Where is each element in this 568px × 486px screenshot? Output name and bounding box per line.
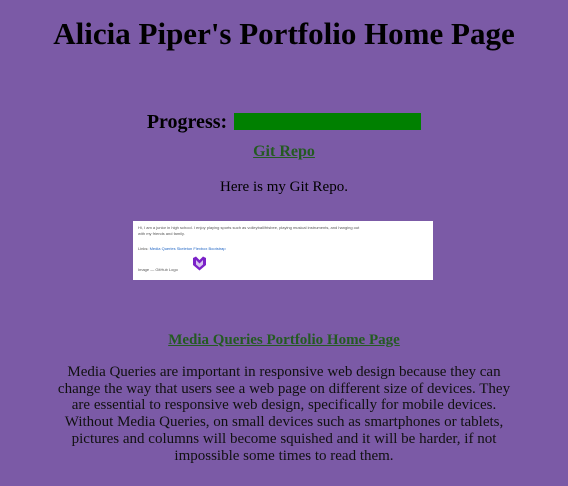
thumbnail-links-label: Links:	[138, 246, 149, 251]
git-repo-description: Here is my Git Repo.	[220, 179, 348, 195]
progress-fill	[234, 112, 422, 130]
thumbnail-image-label: Image — GitHub Logo	[138, 267, 178, 272]
github-logo-icon	[193, 256, 206, 271]
git-repo-thumbnail: Hi, I am a junior in high school. I enjo…	[133, 221, 433, 280]
media-queries-description: Media Queries are important in responsiv…	[57, 364, 511, 464]
progress-row: Progress:	[0, 110, 568, 134]
page-title: Alicia Piper's Portfolio Home Page	[53, 16, 515, 51]
progress-label: Progress:	[146, 111, 228, 133]
portfolio-page: Alicia Piper's Portfolio Home Page Progr…	[0, 0, 568, 486]
thumbnail-links: Media Queries Skeleton Flexbox Bootstrap	[149, 246, 226, 251]
progress-bar	[234, 112, 422, 130]
media-queries-link[interactable]: Media Queries Portfolio Home Page	[0, 330, 568, 350]
git-repo-link[interactable]: Git Repo	[0, 143, 568, 161]
thumbnail-bio-line-2: with my friends and family.	[138, 231, 185, 236]
thumbnail-links-row: Links: Media Queries Skeleton Flexbox Bo…	[138, 246, 226, 252]
